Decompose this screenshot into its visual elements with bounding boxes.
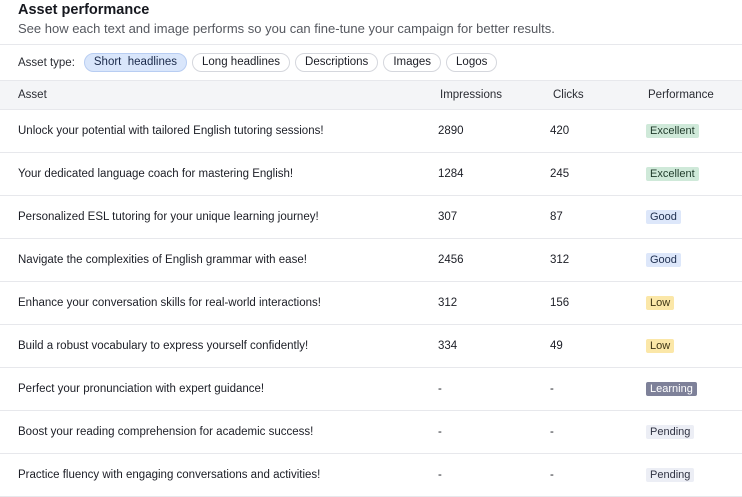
clicks-value: 87 bbox=[550, 211, 563, 223]
performance-badge: Good bbox=[646, 210, 681, 224]
asset-type-filter-bar: Asset type: Short headlines Long headlin… bbox=[0, 44, 742, 80]
page-subtitle: See how each text and image performs so … bbox=[18, 21, 555, 36]
performance-badge: Pending bbox=[646, 468, 695, 482]
table-row[interactable]: Boost your reading comprehension for aca… bbox=[0, 411, 742, 454]
page-header: Asset performance See how each text and … bbox=[18, 0, 738, 37]
table-row[interactable]: Practice fluency with engaging conversat… bbox=[0, 454, 742, 497]
filter-chip-long-headlines[interactable]: Long headlines bbox=[192, 53, 291, 72]
performance-cell: Low bbox=[646, 325, 675, 367]
table-row[interactable]: Navigate the complexities of English gra… bbox=[0, 239, 742, 282]
table-row[interactable]: Perfect your pronunciation with expert g… bbox=[0, 368, 742, 411]
column-header-impressions[interactable]: Impressions bbox=[440, 81, 502, 110]
performance-badge: Low bbox=[646, 296, 675, 310]
asset-performance-table: Asset Impressions Clicks Performance Unl… bbox=[0, 80, 742, 497]
performance-cell: Learning bbox=[646, 368, 697, 410]
clicks-value: - bbox=[550, 383, 554, 395]
impressions-value: 312 bbox=[438, 297, 458, 309]
performance-badge: Pending bbox=[646, 425, 695, 439]
performance-badge: Good bbox=[646, 253, 681, 267]
impressions-value: 1284 bbox=[438, 168, 464, 180]
clicks-value: - bbox=[550, 426, 554, 438]
filter-chip-short-headlines[interactable]: Short headlines bbox=[83, 53, 188, 72]
performance-cell: Low bbox=[646, 282, 675, 324]
asset-text: Unlock your potential with tailored Engl… bbox=[18, 125, 324, 137]
asset-text: Boost your reading comprehension for aca… bbox=[18, 426, 314, 438]
asset-text: Perfect your pronunciation with expert g… bbox=[18, 383, 265, 395]
table-row[interactable]: Enhance your conversation skills for rea… bbox=[0, 282, 742, 325]
asset-type-label: Asset type: bbox=[18, 56, 75, 69]
performance-cell: Good bbox=[646, 239, 681, 281]
impressions-value: - bbox=[438, 383, 442, 395]
performance-cell: Excellent bbox=[646, 110, 699, 152]
asset-text: Personalized ESL tutoring for your uniqu… bbox=[18, 211, 319, 223]
performance-cell: Excellent bbox=[646, 153, 699, 195]
clicks-value: 312 bbox=[550, 254, 570, 266]
clicks-value: 49 bbox=[550, 340, 563, 352]
performance-cell: Good bbox=[646, 196, 681, 238]
asset-text: Build a robust vocabulary to express you… bbox=[18, 340, 309, 352]
asset-text: Your dedicated language coach for master… bbox=[18, 168, 294, 180]
impressions-value: 2456 bbox=[438, 254, 464, 266]
asset-text: Enhance your conversation skills for rea… bbox=[18, 297, 321, 309]
table-header: Asset Impressions Clicks Performance bbox=[0, 80, 742, 110]
column-header-performance[interactable]: Performance bbox=[648, 81, 714, 110]
asset-text: Practice fluency with engaging conversat… bbox=[18, 469, 321, 481]
performance-badge: Low bbox=[646, 339, 675, 353]
clicks-value: - bbox=[550, 469, 554, 481]
table-row[interactable]: Personalized ESL tutoring for your uniqu… bbox=[0, 196, 742, 239]
asset-text: Navigate the complexities of English gra… bbox=[18, 254, 307, 266]
performance-badge: Learning bbox=[646, 382, 697, 396]
column-header-clicks[interactable]: Clicks bbox=[553, 81, 584, 110]
clicks-value: 156 bbox=[550, 297, 570, 309]
impressions-value: 334 bbox=[438, 340, 458, 352]
impressions-value: 2890 bbox=[438, 125, 464, 137]
performance-badge: Excellent bbox=[646, 167, 699, 181]
table-row[interactable]: Your dedicated language coach for master… bbox=[0, 153, 742, 196]
filter-chip-descriptions[interactable]: Descriptions bbox=[295, 53, 379, 72]
impressions-value: 307 bbox=[438, 211, 458, 223]
clicks-value: 420 bbox=[550, 125, 570, 137]
performance-cell: Pending bbox=[646, 411, 695, 453]
filter-chip-logos[interactable]: Logos bbox=[446, 53, 498, 72]
column-header-asset[interactable]: Asset bbox=[18, 81, 47, 110]
impressions-value: - bbox=[438, 469, 442, 481]
performance-cell: Pending bbox=[646, 454, 695, 496]
table-row[interactable]: Unlock your potential with tailored Engl… bbox=[0, 110, 742, 153]
filter-chip-images[interactable]: Images bbox=[383, 53, 442, 72]
page-title: Asset performance bbox=[18, 2, 150, 18]
impressions-value: - bbox=[438, 426, 442, 438]
performance-badge: Excellent bbox=[646, 124, 699, 138]
clicks-value: 245 bbox=[550, 168, 570, 180]
table-row[interactable]: Build a robust vocabulary to express you… bbox=[0, 325, 742, 368]
